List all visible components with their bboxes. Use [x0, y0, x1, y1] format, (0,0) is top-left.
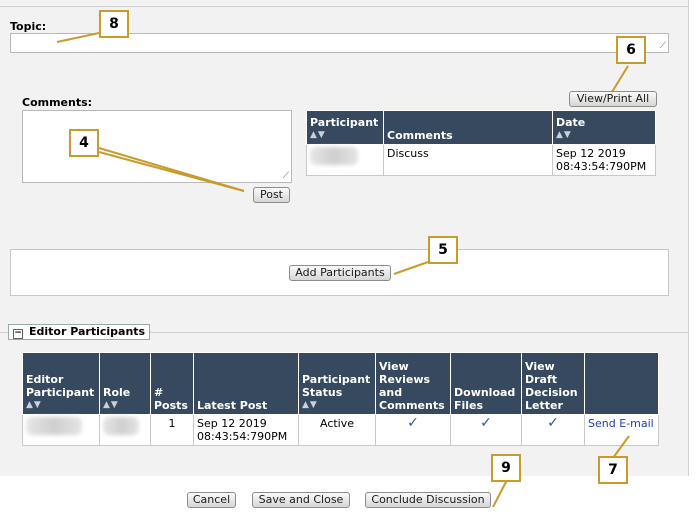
callout-7-line — [612, 435, 630, 459]
callout-6: 6 — [616, 36, 646, 64]
callout-lines — [56, 32, 630, 508]
callout-7: 7 — [598, 456, 628, 484]
callout-5: 5 — [428, 236, 458, 264]
callout-4: 4 — [69, 129, 99, 157]
callout-9-line — [492, 479, 508, 508]
callout-6-line — [611, 65, 629, 93]
callout-5-line — [393, 261, 429, 275]
callout-4-line — [98, 151, 245, 192]
callout-8-line — [56, 32, 100, 43]
callout-9: 9 — [491, 454, 521, 482]
callout-8: 8 — [99, 10, 129, 38]
